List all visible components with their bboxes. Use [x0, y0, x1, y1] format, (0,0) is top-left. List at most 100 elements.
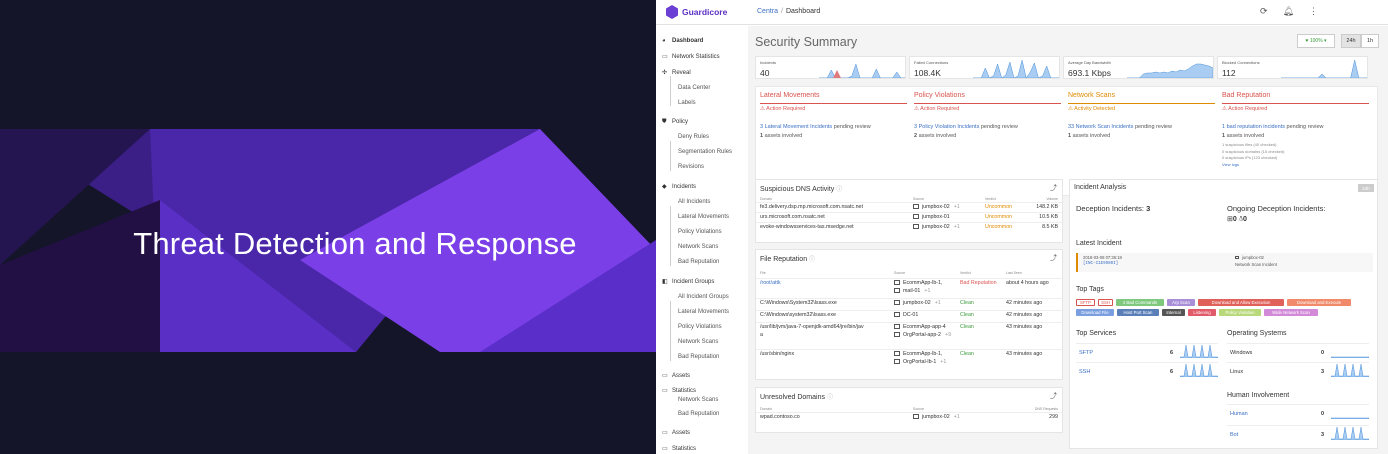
- column-header: File: [760, 271, 766, 275]
- settings-icon[interactable]: ⋮: [1309, 6, 1318, 17]
- tag-download-file[interactable]: Download File: [1076, 309, 1114, 316]
- breadcrumb-root[interactable]: Centra: [757, 8, 778, 15]
- sidebar-item-all-incidents[interactable]: All Incidents: [678, 199, 710, 205]
- sidebar-item-network-scans[interactable]: Network Scans: [678, 339, 718, 345]
- domains-panel-title: Unresolved Domains ⓘ: [760, 394, 833, 401]
- sidebar-item-data-center[interactable]: Data Center: [678, 85, 710, 91]
- stat-card-incidents[interactable]: Incidents 40: [755, 56, 906, 79]
- file-source-2[interactable]: OrgPortal-lb-1 +1: [894, 359, 946, 365]
- human-name[interactable]: Bot: [1230, 432, 1238, 438]
- file-path[interactable]: /usr/lib/jvm/java-7-openjdk-amd64/jre/bi…: [760, 324, 864, 330]
- file-source[interactable]: DC-01: [894, 312, 922, 318]
- tag-internal[interactable]: Internal: [1162, 309, 1185, 316]
- unresolved-domain[interactable]: wpad.contoso.co: [760, 414, 800, 420]
- monitor-icon: [913, 204, 919, 210]
- sidebar-item-incidents[interactable]: ◆ Incidents: [662, 184, 696, 190]
- sidebar-item-revisions[interactable]: Revisions: [678, 164, 704, 170]
- sidebar-item-network-scans[interactable]: Network Scans: [678, 244, 718, 250]
- services-name[interactable]: SSH: [1079, 369, 1090, 375]
- sidebar-item-bad-reputation[interactable]: Bad Reputation: [678, 411, 719, 417]
- sidebar-item-lateral-movements[interactable]: Lateral Movements: [678, 214, 729, 220]
- info-icon[interactable]: ⓘ: [827, 395, 833, 401]
- alert-incidents-link[interactable]: 33 Network Scan Incidents: [1068, 124, 1133, 130]
- export-icon[interactable]: ⤴: [1050, 391, 1057, 401]
- sidebar-item-policy[interactable]: ⛊ Policy: [662, 119, 688, 125]
- alert-title[interactable]: Network Scans: [1068, 92, 1115, 99]
- sidebar-item-policy-violations[interactable]: Policy Violations: [678, 229, 722, 235]
- range-1h-button[interactable]: 1h: [1361, 34, 1379, 48]
- latest-incident-row[interactable]: 2018-03-08 07:36:18 [INC-C1E9980I] jumpb…: [1076, 253, 1373, 272]
- sidebar-item-statistics[interactable]: ▭ Statistics: [662, 388, 696, 394]
- range-24h-button[interactable]: 24h: [1341, 34, 1361, 48]
- file-path[interactable]: C:\Windows\System32\lsass.exe: [760, 300, 837, 306]
- alert-title[interactable]: Lateral Movements: [760, 92, 820, 99]
- services-count: 6: [1170, 350, 1174, 356]
- sidebar-item-segmentation-rules[interactable]: Segmentation Rules: [678, 149, 732, 155]
- os-name[interactable]: Linux: [1230, 369, 1243, 375]
- os-count: 0: [1321, 350, 1325, 356]
- dns-domain[interactable]: evoke-windowsservices-tas.msedge.net: [760, 224, 854, 230]
- info-icon[interactable]: ⓘ: [809, 257, 815, 263]
- export-icon[interactable]: ⤴: [1050, 183, 1057, 193]
- tag-sftp[interactable]: SFTP: [1076, 299, 1095, 306]
- dns-source[interactable]: jumpbox-02 +1: [913, 224, 960, 230]
- sidebar-item-policy-violations[interactable]: Policy Violations: [678, 324, 722, 330]
- file-source-2[interactable]: mail-01 +1: [894, 288, 930, 294]
- file-source[interactable]: EcommApp-lb-1,: [894, 351, 942, 357]
- stat-card-average-day-bandwidth[interactable]: Average Day Bandwidth 693.1 Kbps: [1063, 56, 1214, 79]
- alert-incidents-link[interactable]: 3 Policy Violation Incidents: [914, 124, 979, 130]
- sidebar-item-deny-rules[interactable]: Deny Rules: [678, 134, 709, 140]
- sidebar-item-all-incident-groups[interactable]: All Incident Groups: [678, 294, 729, 300]
- file-source[interactable]: jumpbox-02 +1: [894, 300, 941, 306]
- sidebar-item-lateral-movements[interactable]: Lateral Movements: [678, 309, 729, 315]
- tag-download-and-execute[interactable]: Download and Execute: [1287, 299, 1351, 306]
- dns-source[interactable]: jumpbox-01: [913, 214, 954, 220]
- os-name[interactable]: Windows: [1230, 350, 1252, 356]
- alert-incidents-link[interactable]: 1 bad reputation incidents: [1222, 124, 1285, 130]
- tag-arp-scan[interactable]: Arp Scan: [1167, 299, 1195, 306]
- human-name[interactable]: Human: [1230, 411, 1248, 417]
- refresh-icon[interactable]: ⟳: [1260, 6, 1268, 17]
- stat-card-failed-connections[interactable]: Failed Connections 108.4K: [909, 56, 1060, 79]
- tag-wide-network-scan[interactable]: Wide Network Scan: [1264, 309, 1318, 316]
- sidebar-item-incident-groups[interactable]: ◧ Incident Groups: [662, 279, 714, 285]
- view-logs-link[interactable]: View logs: [1222, 162, 1239, 167]
- sidebar-item-statistics[interactable]: ▭ Statistics: [662, 446, 696, 452]
- sidebar-item-bad-reputation[interactable]: Bad Reputation: [678, 259, 719, 265]
- file-source[interactable]: EcommApp-lb-1,: [894, 280, 942, 286]
- export-icon[interactable]: ⤴: [1050, 253, 1057, 263]
- sidebar-item-assets[interactable]: ▭ Assets: [662, 373, 690, 379]
- sidebar-item-bad-reputation[interactable]: Bad Reputation: [678, 354, 719, 360]
- sidebar-item-reveal[interactable]: ✣ Reveal: [662, 70, 691, 76]
- bell-icon[interactable]: 🔔︎: [1283, 6, 1294, 17]
- tag-policy-violation[interactable]: Policy Violation: [1219, 309, 1261, 316]
- domain-source[interactable]: jumpbox-02 +1: [913, 414, 960, 420]
- sidebar-item-network-statistics[interactable]: ▭ Network Statistics: [662, 54, 720, 60]
- file-source-2[interactable]: OrgPortal-app-2 +9: [894, 332, 951, 338]
- info-icon[interactable]: ⓘ: [836, 187, 842, 193]
- health-dropdown[interactable]: ♥ 100% ▾: [1297, 34, 1335, 48]
- sidebar-item-dashboard[interactable]: ◕ Dashboard: [662, 38, 703, 44]
- dns-domain[interactable]: fe3.delivery.dsp.mp.microsoft.com.nsatc.…: [760, 204, 863, 210]
- file-path[interactable]: /usr/sbin/nginx: [760, 351, 794, 357]
- file-source[interactable]: EcommApp-app-4: [894, 324, 946, 330]
- dns-domain[interactable]: urs.microsoft.com.nsatc.net: [760, 214, 825, 220]
- tag-host-port-scan[interactable]: Host Port Scan: [1117, 309, 1159, 316]
- brand-logo[interactable]: Guardicore: [666, 5, 727, 19]
- tag-ssh[interactable]: SSH: [1098, 299, 1113, 306]
- file-path[interactable]: C:\Windows\system32\lsass.exe: [760, 312, 836, 318]
- services-name[interactable]: SFTP: [1079, 350, 1093, 356]
- sidebar-item-labels[interactable]: Labels: [678, 100, 696, 106]
- tag-4-bad-commands[interactable]: 4 Bad Commands: [1116, 299, 1164, 306]
- sidebar-item-assets[interactable]: ▭ Assets: [662, 430, 690, 436]
- alert-title[interactable]: Policy Violations: [914, 92, 965, 99]
- latest-incident-id[interactable]: [INC-C1E9980I]: [1083, 262, 1118, 266]
- sidebar-item-network-scans[interactable]: Network Scans: [678, 397, 718, 403]
- alert-incidents-link[interactable]: 3 Lateral Movement Incidents: [760, 124, 832, 130]
- stat-card-blocked-connections[interactable]: Blocked Connections 112: [1217, 56, 1368, 79]
- file-path[interactable]: /root/attk: [760, 280, 781, 286]
- tag-download-and-allow-execution[interactable]: Download and Allow Execution: [1198, 299, 1284, 306]
- alert-title[interactable]: Bad Reputation: [1222, 92, 1270, 99]
- dns-source[interactable]: jumpbox-02 +1: [913, 204, 960, 210]
- tag-listening[interactable]: Listening: [1188, 309, 1216, 316]
